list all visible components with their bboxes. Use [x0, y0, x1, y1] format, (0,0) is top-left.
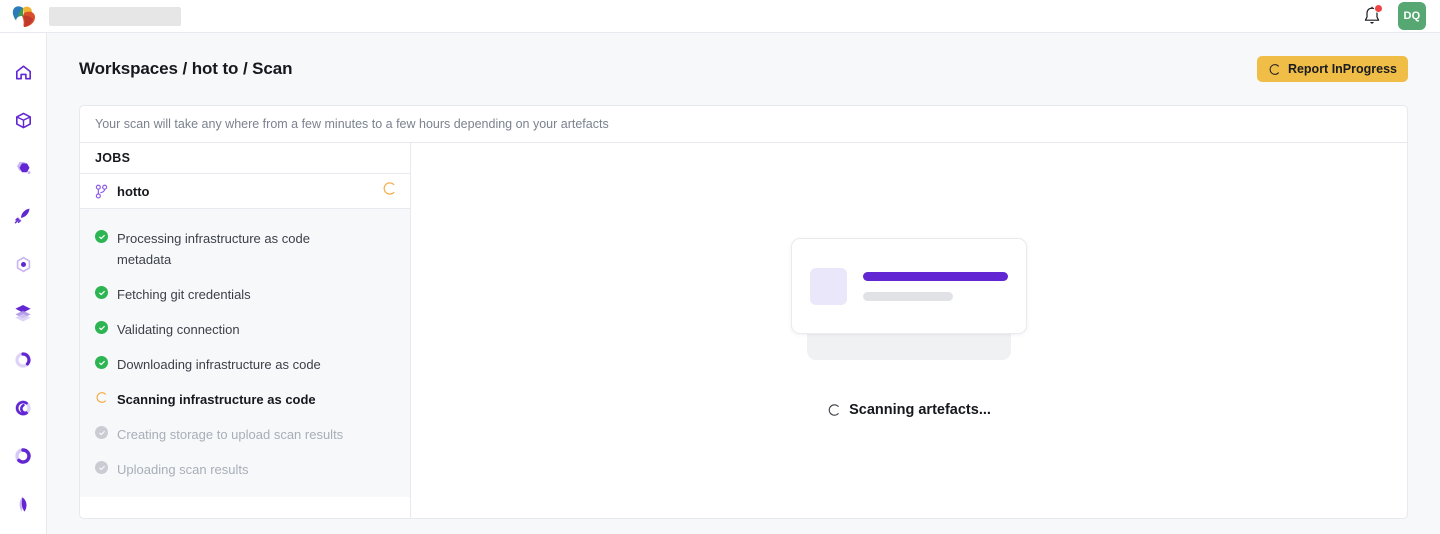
job-step: Validating connection: [95, 312, 395, 347]
check-circle-icon: [95, 356, 108, 369]
report-status-button[interactable]: Report InProgress: [1256, 56, 1408, 82]
scan-info-text: Your scan will take any where from a few…: [95, 117, 609, 131]
spinner-icon: [1269, 63, 1279, 75]
check-circle-muted-icon: [95, 426, 108, 439]
job-step: Creating storage to upload scan results: [95, 417, 395, 452]
left-sidebar: [0, 33, 47, 534]
job-name: hotto: [117, 183, 150, 199]
page-header: Workspaces / hot to / Scan Report InProg…: [79, 33, 1408, 105]
top-bar: DQ: [0, 0, 1440, 33]
scan-info-banner: Your scan will take any where from a few…: [80, 106, 1407, 143]
check-circle-icon: [95, 230, 108, 243]
sidebar-item-stacks[interactable]: [8, 299, 38, 325]
hexagon-filled-icon: [17, 162, 31, 175]
scan-preview-panel: Scanning artefacts...: [411, 143, 1407, 518]
job-row-hotto[interactable]: hotto: [80, 174, 410, 209]
jobs-panel-filler: [80, 497, 410, 518]
placeholder-thumbnail: [810, 267, 847, 305]
job-step: Fetching git credentials: [95, 277, 395, 312]
hexagon-dot-icon: [16, 256, 30, 272]
job-step-label: Fetching git credentials: [117, 287, 251, 302]
brand-leaf-logo: [12, 6, 35, 27]
cube-icon: [15, 112, 31, 128]
placeholder-bar-muted: [863, 291, 953, 301]
brand-logo[interactable]: [0, 4, 47, 28]
scanning-status-label: Scanning artefacts...: [849, 402, 991, 418]
spinner-icon: [383, 182, 395, 195]
layers-icon: [15, 305, 31, 322]
sidebar-item-settings[interactable]: [8, 491, 38, 517]
sidebar-item-home[interactable]: [8, 59, 38, 85]
petal-icon: [19, 496, 27, 512]
job-step-label: Processing infrastructure as code metada…: [117, 231, 310, 267]
scan-card: Your scan will take any where from a few…: [79, 105, 1408, 519]
check-circle-icon: [95, 321, 108, 334]
spiral-icon: [15, 400, 31, 416]
workspace-name-placeholder: [49, 6, 181, 26]
page-content: Workspaces / hot to / Scan Report InProg…: [47, 33, 1440, 534]
scan-card-body: JOBS hotto Processing infrastructure as …: [80, 143, 1407, 518]
job-step: Scanning infrastructure as code: [95, 382, 395, 417]
scanning-status: Scanning artefacts...: [827, 402, 991, 418]
sidebar-item-assets[interactable]: [8, 107, 38, 133]
report-status-label: Report InProgress: [1287, 62, 1397, 76]
placeholder-card-front: [791, 238, 1027, 334]
notification-badge-dot: [1374, 4, 1383, 13]
ring-icon: [15, 448, 31, 464]
sidebar-item-resources[interactable]: [8, 155, 38, 181]
job-step-label: Uploading scan results: [117, 462, 249, 477]
jobs-panel: JOBS hotto Processing infrastructure as …: [80, 143, 411, 518]
check-circle-muted-icon: [95, 461, 108, 474]
sidebar-item-deploy[interactable]: [8, 203, 38, 229]
job-step-label: Downloading infrastructure as code: [117, 357, 321, 372]
job-step-label: Validating connection: [117, 322, 240, 337]
job-step-label: Creating storage to upload scan results: [117, 427, 344, 442]
breadcrumb: Workspaces / hot to / Scan: [79, 59, 293, 78]
placeholder-lines: [863, 271, 1008, 301]
job-steps-list: Processing infrastructure as code metada…: [80, 209, 410, 497]
rocket-icon: [14, 208, 30, 224]
check-circle-icon: [95, 286, 108, 299]
spinner-icon: [95, 391, 108, 404]
sidebar-item-reports[interactable]: [8, 347, 38, 373]
sidebar-item-modules[interactable]: [8, 251, 38, 277]
notification-bell-button[interactable]: [1362, 4, 1383, 27]
placeholder-card: [791, 238, 1027, 360]
spinner-icon: [828, 404, 839, 416]
donut-chart-icon: [15, 352, 31, 368]
home-icon: [15, 64, 31, 80]
sidebar-item-policies[interactable]: [8, 443, 38, 469]
sidebar-item-insights[interactable]: [8, 395, 38, 421]
job-step: Processing infrastructure as code metada…: [95, 221, 395, 277]
job-status-spinner: [382, 181, 397, 201]
user-avatar[interactable]: DQ: [1398, 2, 1426, 30]
top-bar-actions: DQ: [1362, 2, 1440, 30]
job-step: Uploading scan results: [95, 452, 395, 487]
job-step: Downloading infrastructure as code: [95, 347, 395, 382]
job-step-label: Scanning infrastructure as code: [117, 392, 316, 407]
jobs-panel-title: JOBS: [80, 143, 410, 174]
git-branch-icon: [95, 184, 108, 199]
placeholder-bar-primary: [863, 271, 1008, 281]
